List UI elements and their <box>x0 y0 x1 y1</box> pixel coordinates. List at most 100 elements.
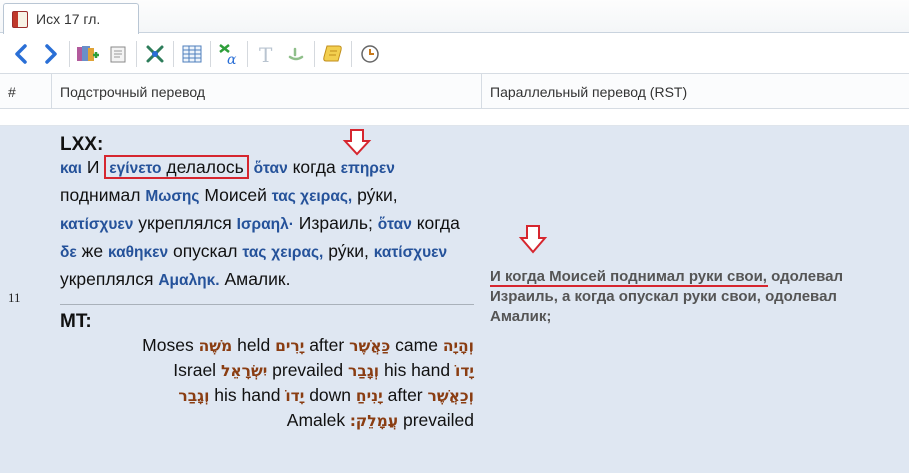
greek-word[interactable]: χειρας, <box>271 244 323 261</box>
lxx-text: και И εγίνετο делалось ὅταν когда επηρεν… <box>60 154 474 294</box>
russian-word: Амалик. <box>224 269 291 289</box>
russian-word: Израиль; <box>298 213 373 233</box>
tab-strip: Исх 17 гл. <box>0 0 909 34</box>
column-parallel[interactable]: Параллельный перевод (RST) <box>482 74 909 109</box>
hebrew-word[interactable]: וְהָיָה <box>443 337 474 355</box>
toolbar-separator <box>173 40 174 67</box>
greek-word[interactable]: Μωσης <box>145 188 199 205</box>
hebrew-word[interactable]: וְכַאֲשֶׁר <box>428 387 474 405</box>
tab-exodus-17[interactable]: Исх 17 гл. <box>3 3 139 34</box>
english-gloss: prevailed <box>402 410 474 430</box>
greek-word[interactable]: καθηκεν <box>108 244 168 261</box>
russian-word: когда <box>416 213 460 233</box>
english-gloss: after <box>309 335 345 355</box>
tools-icon[interactable] <box>140 39 170 69</box>
russian-word: опускал <box>172 241 238 261</box>
clock-icon[interactable] <box>355 39 385 69</box>
add-bookmark-icon[interactable] <box>73 39 103 69</box>
text-format-icon[interactable]: T <box>251 39 281 69</box>
hebrew-word[interactable]: כַּאֲשֶׁר <box>349 337 390 355</box>
highlight-box: εγίνετο делалось <box>104 155 249 179</box>
strong-alpha-icon[interactable]: α <box>214 39 244 69</box>
down-arrow-icon <box>518 225 548 254</box>
column-num[interactable]: # <box>0 74 52 109</box>
hebrew-word[interactable]: יָדוֹ <box>285 387 304 405</box>
hebrew-letter-icon[interactable] <box>281 39 311 69</box>
english-gloss: came <box>395 335 438 355</box>
mt-line: יָדוֹ his hand וְגָבַר prevailed יִשְׂרָ… <box>60 358 474 383</box>
header-spacer <box>0 109 909 126</box>
document-icon[interactable] <box>103 39 133 69</box>
interlinear-cell: LXX: και И εγίνετο делалось ὅταν когда ε… <box>60 134 474 433</box>
toolbar-separator <box>210 40 211 67</box>
greek-word[interactable]: εγίνετο <box>109 160 161 177</box>
svg-text:α: α <box>227 52 237 66</box>
greek-word[interactable]: επηρεν <box>341 160 395 177</box>
greek-word[interactable]: δε <box>60 244 77 261</box>
highlight-underline <box>490 285 768 287</box>
greek-word[interactable]: ὅταν <box>378 216 412 233</box>
tab-title: Исх 17 гл. <box>36 11 101 27</box>
greek-word[interactable]: κατίσχυεν <box>60 216 133 233</box>
hebrew-word[interactable]: מֹשֶׁה <box>199 337 233 355</box>
mt-line: prevailed עֲמָלֵק׃ Amalek <box>60 408 474 433</box>
toolbar-separator <box>69 40 70 67</box>
mt-text: וְהָיָה came כַּאֲשֶׁר after יָרִים held… <box>60 333 474 433</box>
hebrew-word[interactable]: וְגָבַר <box>348 362 379 380</box>
mt-line: וְהָיָה came כַּאֲשֶׁר after יָרִים held… <box>60 333 474 358</box>
toolbar-separator <box>351 40 352 67</box>
english-gloss: his hand <box>383 360 451 380</box>
lxx-label: LXX: <box>60 134 104 155</box>
toolbar-separator <box>247 40 248 67</box>
russian-word: же <box>81 241 104 261</box>
forward-arrow-icon[interactable] <box>36 39 66 69</box>
english-gloss: down <box>309 385 352 405</box>
greek-word[interactable]: κατίσχυεν <box>374 244 447 261</box>
column-header: # Подстрочный перевод Параллельный перев… <box>0 74 909 109</box>
english-gloss: prevailed <box>272 360 344 380</box>
russian-word: ру́ки, <box>357 185 398 205</box>
greek-word[interactable]: τας χειρας, <box>272 188 352 205</box>
russian-word: Моисей <box>204 185 267 205</box>
table-icon[interactable] <box>177 39 207 69</box>
hebrew-word[interactable]: וְגָבַר <box>178 387 209 405</box>
english-gloss: after <box>387 385 423 405</box>
hebrew-word[interactable]: יָרִים <box>275 337 304 355</box>
greek-word[interactable]: Αμαληκ. <box>158 272 219 289</box>
greek-word[interactable]: Ισραηλ· <box>237 216 294 233</box>
russian-word: укреплялся <box>138 213 232 233</box>
russian-word: ру́ки, <box>328 241 369 261</box>
russian-word: когда <box>292 157 336 177</box>
verse-number: 11 <box>8 290 21 305</box>
svg-text:T: T <box>259 43 273 65</box>
toolbar-separator <box>314 40 315 67</box>
english-gloss: Moses <box>142 335 194 355</box>
section-divider <box>60 304 474 305</box>
russian-word: И <box>86 157 100 177</box>
russian-word: укреплялся <box>60 269 154 289</box>
book-icon <box>12 10 28 28</box>
toolbar: α T <box>0 34 909 74</box>
russian-word: поднимал <box>60 185 141 205</box>
scroll-icon[interactable] <box>318 39 348 69</box>
toolbar-separator <box>136 40 137 67</box>
column-interlinear[interactable]: Подстрочный перевод <box>52 74 482 109</box>
english-gloss: Israel <box>173 360 217 380</box>
hebrew-word[interactable]: עֲמָלֵק׃ <box>350 412 398 430</box>
russian-word: делалось <box>166 157 244 177</box>
greek-word[interactable]: ὅταν <box>254 160 288 177</box>
mt-label: MT: <box>60 311 92 332</box>
greek-word[interactable]: και <box>60 160 82 177</box>
hebrew-word[interactable]: יִשְׂרָאֵל <box>221 362 267 380</box>
down-arrow-icon <box>342 129 372 156</box>
english-gloss: Amalek <box>286 410 346 430</box>
english-gloss: held <box>237 335 271 355</box>
hebrew-word[interactable]: יָדוֹ <box>455 362 474 380</box>
back-arrow-icon[interactable] <box>6 39 36 69</box>
hebrew-word[interactable]: יָנִיחַ <box>356 387 383 405</box>
mt-line: וְכַאֲשֶׁר after יָנִיחַ down יָדוֹ his … <box>60 383 474 408</box>
english-gloss: his hand <box>214 385 281 405</box>
table-row[interactable]: 11 LXX: και И εγίνετο делалось ὅταν когд… <box>0 126 909 473</box>
parallel-text: И когда Моисей поднимал руки свои, одоле… <box>490 268 843 325</box>
greek-word[interactable]: τας <box>242 244 266 261</box>
